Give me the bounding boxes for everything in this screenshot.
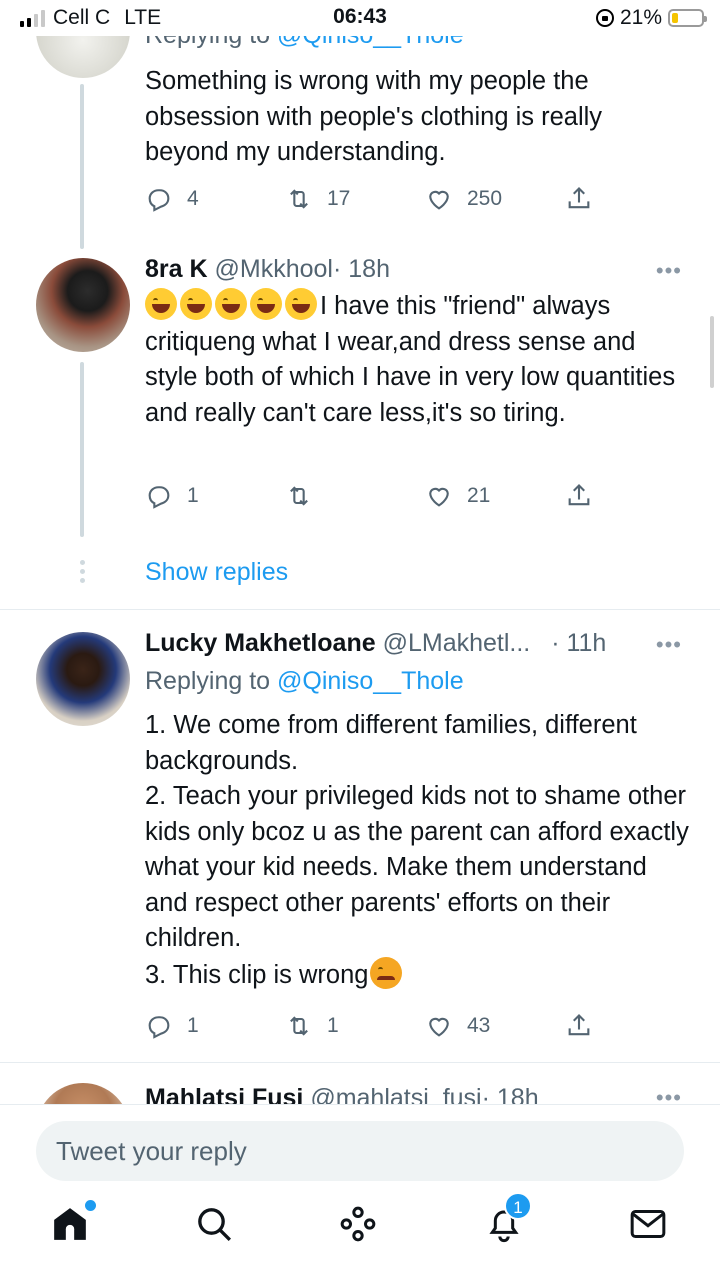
rotation-lock-icon	[595, 9, 614, 27]
home-icon	[54, 1208, 86, 1240]
author-handle[interactable]: @mahlatsi_fusi	[310, 1084, 481, 1104]
reply-button[interactable]: 4	[145, 181, 199, 217]
spaces-icon	[340, 1206, 376, 1242]
sweat-smile-emoji	[180, 288, 212, 320]
more-options-button[interactable]: •••	[656, 258, 682, 284]
mention-link[interactable]: @Qiniso__Thole	[277, 667, 464, 695]
thread-line	[80, 362, 84, 537]
reply-icon	[148, 486, 170, 509]
tweet[interactable]: 8ra K @Mkkhool· 18h I have this "friend"…	[0, 250, 720, 610]
status-bar: Cell C LTE 06:43 21%	[0, 0, 720, 36]
retweet-count: 17	[327, 187, 351, 210]
heart-icon	[429, 190, 449, 210]
reply-icon	[148, 189, 170, 212]
retweet-button[interactable]: 1	[285, 1008, 339, 1044]
tab-home[interactable]	[50, 1200, 96, 1248]
sweat-smile-emoji	[215, 288, 247, 320]
tweet-text: I have this "friend" always critiqueng w…	[145, 288, 690, 431]
reply-count: 1	[187, 484, 199, 507]
avatar[interactable]	[36, 1083, 130, 1104]
joy-emoji	[250, 288, 282, 320]
retweet-icon	[290, 486, 308, 506]
author-handle[interactable]: @LMakhetl...	[383, 629, 531, 657]
share-icon	[568, 187, 590, 209]
avatar[interactable]	[36, 258, 130, 352]
tab-search[interactable]	[194, 1204, 238, 1248]
more-options-button[interactable]: •••	[656, 1085, 682, 1104]
reply-feed[interactable]: Replying to @Qiniso__Thole Something is …	[0, 0, 720, 1104]
heart-icon	[429, 487, 449, 507]
tweet[interactable]: Replying to @Qiniso__Thole Something is …	[0, 0, 720, 250]
heart-icon	[429, 1017, 449, 1037]
thread-line	[80, 84, 84, 249]
like-count: 43	[467, 1014, 491, 1037]
tweet[interactable]: Lucky Makhetloane @LMakhetl... · 11h Rep…	[0, 610, 720, 1062]
tweet-time: · 11h	[551, 629, 607, 657]
retweet-button[interactable]	[285, 478, 327, 514]
reply-button[interactable]: 1	[145, 478, 199, 514]
tab-notifications[interactable]: 1	[484, 1192, 532, 1248]
retweet-button[interactable]: 17	[285, 181, 350, 217]
bottom-tab-bar: 1	[0, 1184, 720, 1280]
notification-badge: 1	[504, 1192, 532, 1220]
tweet-text: 1. We come from different families, diff…	[145, 711, 689, 989]
tab-spaces[interactable]	[338, 1204, 382, 1248]
new-content-dot	[85, 1200, 96, 1211]
reply-count: 4	[187, 187, 199, 210]
like-button[interactable]: 43	[425, 1008, 490, 1044]
more-options-button[interactable]: •••	[656, 632, 682, 658]
battery-percent: 21%	[619, 6, 662, 29]
like-button[interactable]: 21	[425, 478, 490, 514]
author-handle[interactable]: @Mkkhool	[215, 255, 333, 283]
rofl-emoji	[145, 288, 177, 320]
reply-icon	[148, 1016, 170, 1039]
share-button[interactable]	[565, 1008, 593, 1044]
replying-to: Replying to @Qiniso__Thole	[145, 667, 464, 695]
share-button[interactable]	[565, 478, 593, 514]
share-icon	[568, 1014, 590, 1036]
like-count: 250	[467, 187, 503, 210]
joy-emoji	[285, 288, 317, 320]
retweet-icon	[290, 1016, 308, 1036]
scrollbar[interactable]	[710, 316, 714, 388]
reply-composer	[0, 1104, 720, 1184]
author-name[interactable]: Mahlatsi Fusi	[145, 1084, 303, 1104]
tweet-time: · 18h	[332, 255, 390, 283]
tweet-text: Something is wrong with my people the ob…	[145, 67, 603, 166]
retweet-count: 1	[327, 1014, 339, 1037]
tweet-reply-input[interactable]	[36, 1121, 684, 1181]
show-replies-link[interactable]: Show replies	[145, 558, 288, 587]
share-button[interactable]	[565, 181, 593, 217]
share-icon	[568, 484, 590, 506]
search-icon	[198, 1208, 232, 1242]
reply-button[interactable]: 1	[145, 1008, 199, 1044]
tweet-time: · 18h	[481, 1084, 539, 1104]
tab-messages[interactable]	[628, 1204, 672, 1248]
author-name[interactable]: Lucky Makhetloane	[145, 629, 376, 657]
like-button[interactable]: 250	[425, 181, 502, 217]
mail-icon	[630, 1210, 666, 1238]
like-count: 21	[467, 484, 491, 507]
retweet-icon	[290, 189, 308, 209]
avatar[interactable]	[36, 632, 130, 726]
author-name[interactable]: 8ra K	[145, 255, 208, 283]
battery-icon	[668, 9, 707, 27]
thread-dots	[78, 560, 86, 587]
reply-count: 1	[187, 1014, 199, 1037]
angry-face-emoji	[370, 956, 403, 989]
tweet[interactable]: Mahlatsi Fusi @mahlatsi_fusi· 18h •••	[0, 1063, 720, 1104]
